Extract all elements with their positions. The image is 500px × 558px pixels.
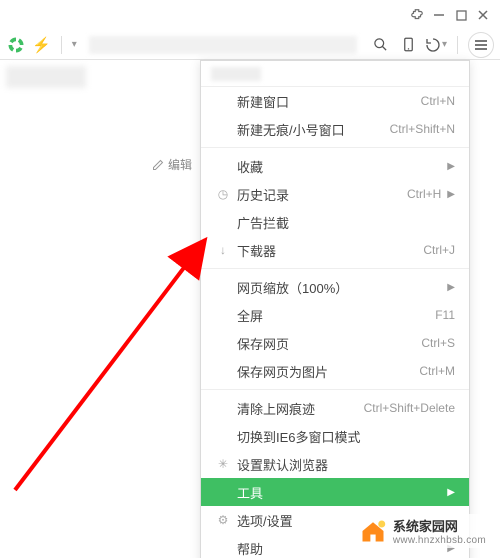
history-dropdown[interactable]: ▾ bbox=[72, 39, 77, 50]
menu-item-shortcut: F11 bbox=[435, 308, 455, 322]
toolbar-divider-2 bbox=[457, 36, 458, 54]
menu-item-icon: ⚙ bbox=[215, 513, 231, 527]
menu-item-label: 网页缩放（100%） bbox=[237, 278, 441, 297]
menu-item-label: 下载器 bbox=[237, 241, 423, 260]
submenu-arrow-icon: ▶ bbox=[447, 487, 455, 498]
watermark-name: 系统家园网 bbox=[393, 516, 486, 535]
menu-header bbox=[201, 61, 469, 87]
menu-item[interactable]: ✳ 设置默认浏览器 bbox=[201, 450, 469, 478]
menu-item-label: 历史记录 bbox=[237, 185, 407, 204]
menu-item-icon: ◷ bbox=[215, 187, 231, 201]
menu-item-label: 新建窗口 bbox=[237, 92, 421, 111]
menu-item-label: 清除上网痕迹 bbox=[237, 399, 364, 418]
menu-item[interactable]: ◷ 历史记录Ctrl+H ▶ bbox=[201, 180, 469, 208]
menu-item-shortcut: Ctrl+N bbox=[421, 94, 455, 108]
browser-logo-icon bbox=[6, 35, 26, 55]
menu-item[interactable]: •新建无痕/小号窗口Ctrl+Shift+N bbox=[201, 115, 469, 143]
menu-item[interactable]: •收藏▶ bbox=[201, 152, 469, 180]
watermark: 系统家园网 www.hnzxhbsb.com bbox=[355, 514, 490, 548]
menu-item-label: 保存网页 bbox=[237, 334, 421, 353]
menu-item-icon: ↓ bbox=[215, 243, 231, 257]
menu-item-label: 切换到IE6多窗口模式 bbox=[237, 427, 455, 446]
main-menu: •新建窗口Ctrl+N•新建无痕/小号窗口Ctrl+Shift+N•收藏▶◷历史… bbox=[200, 60, 470, 558]
annotation-arrow bbox=[10, 230, 215, 495]
menu-item-shortcut: Ctrl+Shift+Delete bbox=[364, 401, 455, 415]
menu-item[interactable]: •切换到IE6多窗口模式 bbox=[201, 422, 469, 450]
mobile-view-button[interactable] bbox=[397, 34, 419, 56]
menu-item-label: 设置默认浏览器 bbox=[237, 455, 455, 474]
menu-item[interactable]: •全屏F11 bbox=[201, 301, 469, 329]
menu-separator bbox=[201, 389, 469, 390]
menu-item-label: 收藏 bbox=[237, 157, 441, 176]
window-titlebar bbox=[0, 0, 500, 30]
menu-separator bbox=[201, 147, 469, 148]
edit-label: 编辑 bbox=[168, 156, 192, 173]
minimize-button[interactable] bbox=[428, 4, 450, 26]
menu-item[interactable]: •广告拦截 bbox=[201, 208, 469, 236]
menu-item-icon: ✳ bbox=[215, 457, 231, 471]
submenu-arrow-icon: ▶ bbox=[447, 189, 455, 200]
menu-item[interactable]: •保存网页为图片Ctrl+M bbox=[201, 357, 469, 385]
submenu-arrow-icon: ▶ bbox=[447, 161, 455, 172]
menu-item[interactable]: •网页缩放（100%）▶ bbox=[201, 273, 469, 301]
menu-item[interactable]: •新建窗口Ctrl+N bbox=[201, 87, 469, 115]
address-bar[interactable] bbox=[89, 36, 357, 54]
menu-item-label: 全屏 bbox=[237, 306, 435, 325]
extensions-button[interactable] bbox=[406, 4, 428, 26]
menu-item-label: 新建无痕/小号窗口 bbox=[237, 120, 390, 139]
menu-item-shortcut: Ctrl+J bbox=[423, 243, 455, 257]
undo-button[interactable]: ▾ bbox=[425, 34, 447, 56]
page-content: 编辑 •新建窗口Ctrl+N•新建无痕/小号窗口Ctrl+Shift+N•收藏▶… bbox=[0, 60, 500, 558]
menu-separator bbox=[201, 268, 469, 269]
browser-toolbar: ⚡ ▾ ▾ bbox=[0, 30, 500, 60]
close-button[interactable] bbox=[472, 4, 494, 26]
tab-title-blur bbox=[6, 66, 86, 88]
menu-item-shortcut: Ctrl+M bbox=[419, 364, 455, 378]
menu-item-label: 广告拦截 bbox=[237, 213, 455, 232]
menu-item-label: 保存网页为图片 bbox=[237, 362, 419, 381]
edit-link[interactable]: 编辑 bbox=[152, 156, 192, 173]
menu-item-shortcut: Ctrl+S bbox=[421, 336, 455, 350]
menu-header-blur bbox=[211, 67, 261, 81]
menu-item[interactable]: •工具▶ bbox=[201, 478, 469, 506]
submenu-arrow-icon: ▶ bbox=[447, 282, 455, 293]
menu-item-shortcut: Ctrl+H bbox=[407, 187, 441, 201]
watermark-icon bbox=[359, 517, 387, 545]
menu-item[interactable]: •清除上网痕迹Ctrl+Shift+Delete bbox=[201, 394, 469, 422]
menu-item-label: 工具 bbox=[237, 483, 441, 502]
menu-item[interactable]: ↓ 下载器Ctrl+J bbox=[201, 236, 469, 264]
bolt-icon: ⚡ bbox=[32, 36, 51, 54]
menu-item-shortcut: Ctrl+Shift+N bbox=[390, 122, 455, 136]
watermark-url: www.hnzxhbsb.com bbox=[393, 535, 486, 546]
main-menu-button[interactable] bbox=[468, 32, 494, 58]
maximize-button[interactable] bbox=[450, 4, 472, 26]
toolbar-divider bbox=[61, 36, 62, 54]
search-button[interactable] bbox=[369, 34, 391, 56]
menu-item[interactable]: •保存网页Ctrl+S bbox=[201, 329, 469, 357]
